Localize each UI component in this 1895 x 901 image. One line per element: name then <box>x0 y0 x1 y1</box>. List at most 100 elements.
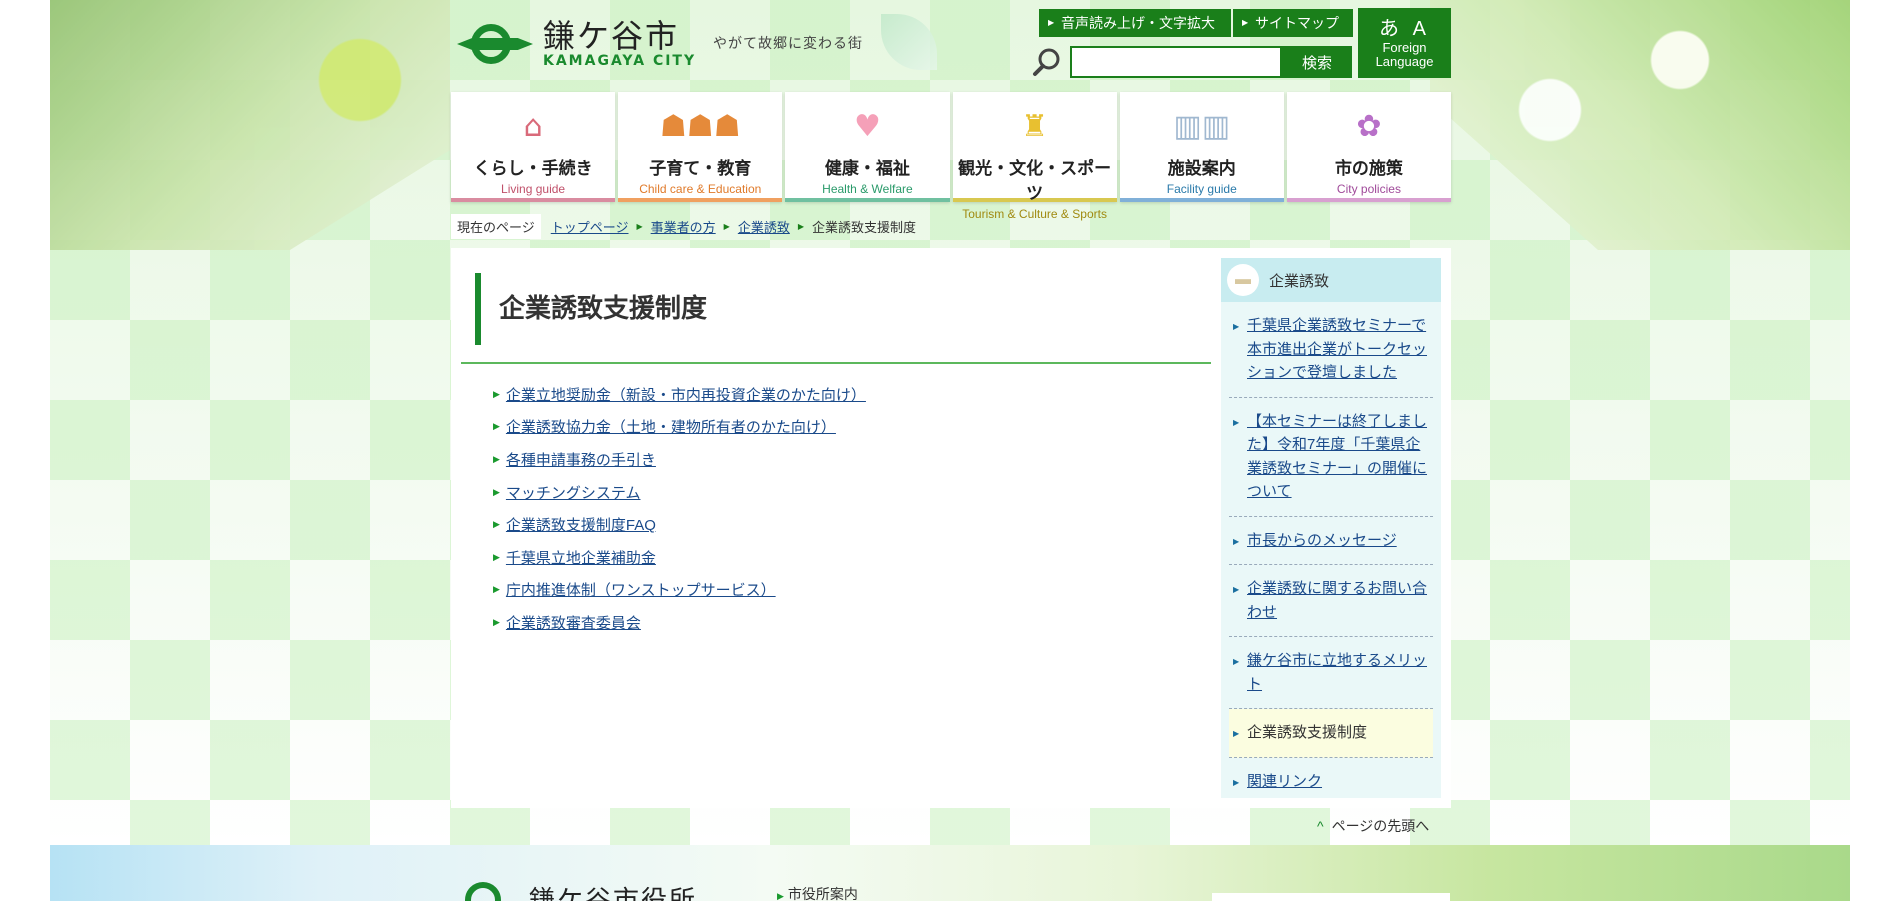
side-menu-title: 企業誘致 <box>1269 272 1330 290</box>
title-accent <box>475 273 481 345</box>
page-top-link[interactable]: ^ ページの先頭へ <box>1317 816 1429 836</box>
sitemap-button[interactable]: サイトマップ <box>1233 9 1353 37</box>
nav-label-ja: くらし・手続き <box>473 159 593 178</box>
breadcrumb-separator-icon: ▶ <box>797 221 804 231</box>
heart-icon: ♥ <box>853 109 881 144</box>
search-button[interactable]: 検索 <box>1282 46 1352 78</box>
building-icon: ▥▥ <box>1173 109 1231 144</box>
footer-link-city-hall-guide[interactable]: ▶ 市役所案内 <box>777 884 858 901</box>
footer-logo: 鎌ケ谷市役所 <box>451 880 697 901</box>
breadcrumb-here-label: 現在のページ <box>451 213 541 239</box>
nav-childcare[interactable]: ☗☗☗ 子育て・教育 Child care & Education <box>618 92 783 202</box>
list-item: ▶ 企業誘致審査委員会 <box>493 606 866 639</box>
breadcrumb-current: 企業誘致支援制度 <box>812 219 917 235</box>
search-icon <box>1033 48 1060 76</box>
nav-label-ja: 市の施策 <box>1334 159 1403 178</box>
side-menu-link[interactable]: 千葉県企業誘致セミナーで本市進出企業がトークセッションで登壇しました <box>1247 317 1427 381</box>
list-item: ▶ マッチングシステム <box>493 476 866 509</box>
side-menu-link[interactable]: 【本セミナーは終了しました】令和7年度「千葉県企業誘致セミナー」の開催について <box>1247 413 1427 501</box>
nav-label-en: Living guide <box>501 182 566 196</box>
nav-label-ja: 子育て・教育 <box>649 159 752 178</box>
content-link[interactable]: 企業誘致支援制度FAQ <box>506 514 656 535</box>
arrow-icon: ▶ <box>493 421 500 432</box>
breadcrumb-attraction[interactable]: 企業誘致 <box>738 217 790 236</box>
side-menu-item: 市長からのメッセージ <box>1229 517 1433 565</box>
breadcrumb-separator-icon: ▶ <box>636 221 643 231</box>
arrow-icon: ▶ <box>493 616 500 627</box>
arrow-icon: ▶ <box>493 453 500 464</box>
nav-tourism[interactable]: ♜ 観光・文化・スポーツ Tourism & Culture & Sports <box>952 92 1117 221</box>
side-menu-link[interactable]: 市長からのメッセージ <box>1247 532 1397 549</box>
search-input[interactable] <box>1070 46 1282 78</box>
side-menu: ▬ 企業誘致 千葉県企業誘致セミナーで本市進出企業がトークセッションで登壇しまし… <box>1221 258 1441 798</box>
side-menu-list: 千葉県企業誘致セミナーで本市進出企業がトークセッションで登壇しました 【本セミナ… <box>1221 302 1441 805</box>
content-link[interactable]: 企業誘致協力金（土地・建物所有者のかた向け） <box>506 416 836 437</box>
list-item: ▶ 企業誘致支援制度FAQ <box>493 508 866 541</box>
city-emblem-icon <box>451 880 521 901</box>
content-link-list: ▶ 企業立地奨励金（新設・市内再投資企業のかた向け） ▶ 企業誘致協力金（土地・建物… <box>493 378 866 639</box>
nav-label-en: City policies <box>1336 182 1401 196</box>
side-menu-heading: ▬ 企業誘致 <box>1221 258 1441 302</box>
list-item: ▶ 千葉県立地企業補助金 <box>493 541 866 574</box>
nav-label-en: Health & Welfare <box>822 182 913 196</box>
arrow-icon: ▶ <box>493 388 500 399</box>
nav-label-ja: 健康・福祉 <box>824 159 910 178</box>
side-menu-link[interactable]: 企業誘致に関するお問い合わせ <box>1247 580 1427 621</box>
side-menu-item: 鎌ケ谷市に立地するメリット <box>1229 637 1433 709</box>
main-content: 企業誘致支援制度 ▶ 企業立地奨励金（新設・市内再投資企業のかた向け） ▶ 企業誘致… <box>451 248 1451 808</box>
language-icon: あ A <box>1379 18 1430 40</box>
breadcrumb: 現在のページ トップページ ▶ 事業者の方 ▶ 企業誘致 ▶ 企業誘致支援制度 <box>451 213 917 239</box>
content-link[interactable]: 千葉県立地企業補助金 <box>506 547 656 568</box>
side-menu-current-label: 企業誘致支援制度 <box>1247 724 1368 741</box>
side-menu-item: 企業誘致に関するお問い合わせ <box>1229 565 1433 637</box>
content-link[interactable]: 企業立地奨励金（新設・市内再投資企業のかた向け） <box>506 384 866 405</box>
breadcrumb-business[interactable]: 事業者の方 <box>651 217 716 236</box>
nav-policies[interactable]: ✿ 市の施策 City policies <box>1286 92 1452 202</box>
nav-label-en: Child care & Education <box>639 182 762 196</box>
side-menu-link[interactable]: 関連リンク <box>1247 773 1322 790</box>
footer-box <box>1212 893 1450 901</box>
list-item: ▶ 企業立地奨励金（新設・市内再投資企業のかた向け） <box>493 378 866 411</box>
arrow-icon: ▶ <box>777 891 784 901</box>
family-icon: ☗☗☗ <box>659 109 741 144</box>
foreign-language-button[interactable]: あ A Foreign Language <box>1358 8 1451 78</box>
side-menu-item: 関連リンク <box>1229 758 1433 806</box>
side-menu-link[interactable]: 鎌ケ谷市に立地するメリット <box>1247 652 1427 693</box>
foreign-language-label: Foreign Language <box>1375 40 1434 69</box>
nav-label-en: Facility guide <box>1166 182 1237 196</box>
content-link[interactable]: 企業誘致審査委員会 <box>506 612 641 633</box>
title-divider <box>461 362 1211 364</box>
content-link[interactable]: 各種申請事務の手引き <box>506 449 656 470</box>
footer-banner <box>50 845 1850 901</box>
nav-health[interactable]: ♥ 健康・福祉 Health & Welfare <box>785 92 950 202</box>
nav-living[interactable]: ⌂ くらし・手続き Living guide <box>451 92 616 202</box>
list-item: ▶ 各種申請事務の手引き <box>493 443 866 476</box>
voice-readout-button[interactable]: 音声読み上げ・文字拡大 <box>1039 9 1231 37</box>
arrow-icon: ▶ <box>493 486 500 497</box>
page-top-label: ページの先頭へ <box>1331 818 1430 834</box>
side-menu-item-current: 企業誘致支援制度 <box>1229 709 1433 758</box>
site-logo[interactable]: 鎌ケ谷市 KAMAGAYA CITY <box>457 18 696 70</box>
content-link[interactable]: マッチングシステム <box>506 482 641 503</box>
nav-facility[interactable]: ▥▥ 施設案内 Facility guide <box>1119 92 1284 202</box>
footer-city-hall-name: 鎌ケ谷市役所 <box>529 886 698 901</box>
nav-label-ja: 観光・文化・スポーツ <box>958 159 1112 203</box>
tagline: やがて故郷に変わる街 <box>713 36 863 52</box>
side-menu-item: 千葉県企業誘致セミナーで本市進出企業がトークセッションで登壇しました <box>1229 302 1433 398</box>
logo-name-en: KAMAGAYA CITY <box>543 53 697 69</box>
side-menu-item: 【本セミナーは終了しました】令和7年度「千葉県企業誘致セミナー」の開催について <box>1229 398 1433 517</box>
page-title: 企業誘致支援制度 <box>499 293 708 323</box>
arrow-icon: ▶ <box>493 584 500 595</box>
house-icon: ⌂ <box>523 109 543 144</box>
nav-label-en: Tourism & Culture & Sports <box>962 207 1107 221</box>
statue-icon: ♜ <box>1021 109 1049 144</box>
list-item: ▶ 庁内推進体制（ワンストップサービス） <box>493 574 866 607</box>
folder-icon: ▬ <box>1227 264 1259 296</box>
arrow-icon: ▶ <box>493 519 500 530</box>
breadcrumb-top[interactable]: トップページ <box>551 217 629 236</box>
content-link[interactable]: 庁内推進体制（ワンストップサービス） <box>506 579 776 600</box>
global-nav: ⌂ くらし・手続き Living guide ☗☗☗ 子育て・教育 Child … <box>451 92 1452 221</box>
city-emblem-icon <box>457 18 533 70</box>
flower-icon: ✿ <box>1356 109 1382 144</box>
chevron-up-icon: ^ <box>1317 818 1324 834</box>
